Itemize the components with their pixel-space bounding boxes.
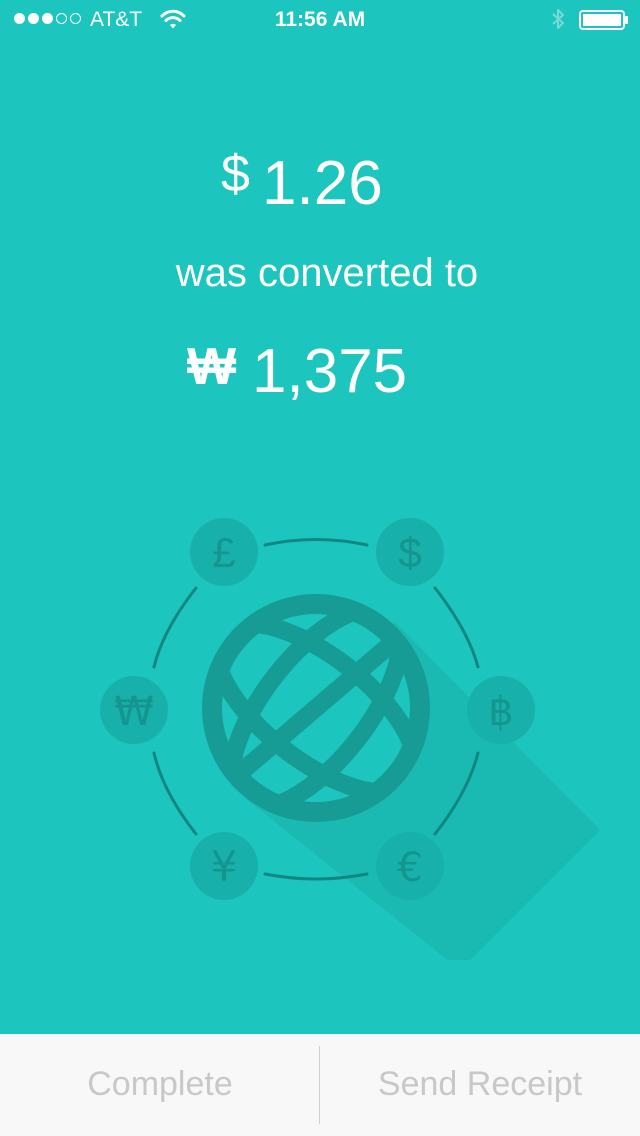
pound-coin-icon: £ bbox=[190, 518, 258, 586]
converted-amount-value: 1,375 bbox=[252, 337, 408, 406]
conversion-connector-text: was converted to bbox=[175, 251, 479, 295]
complete-button[interactable]: Complete bbox=[0, 1034, 320, 1136]
source-amount-value: 1.26 bbox=[262, 149, 383, 218]
won-coin-icon: ₩ bbox=[100, 676, 168, 744]
dollar-coin-icon: $ bbox=[376, 518, 444, 586]
target-currency-symbol: ₩ bbox=[187, 338, 237, 396]
battery-icon bbox=[579, 10, 628, 30]
dollar-symbol: $ bbox=[398, 529, 421, 576]
send-receipt-button[interactable]: Send Receipt bbox=[320, 1034, 640, 1136]
bluetooth-icon bbox=[552, 9, 564, 29]
status-bar: AT&T 11:56 AM bbox=[0, 0, 640, 40]
euro-coin-icon: € bbox=[376, 832, 444, 900]
currency-globe-illustration: £ $ ฿ € ¥ ₩ bbox=[100, 518, 600, 960]
baht-symbol: ฿ bbox=[488, 689, 513, 735]
euro-symbol: € bbox=[397, 845, 422, 891]
pound-symbol: £ bbox=[212, 529, 235, 576]
source-currency-symbol: $ bbox=[221, 145, 250, 203]
bottom-action-bar: Complete Send Receipt bbox=[0, 1034, 640, 1136]
yen-coin-icon: ¥ bbox=[190, 832, 258, 900]
yen-symbol: ¥ bbox=[211, 842, 238, 891]
status-time: 11:56 AM bbox=[274, 8, 366, 31]
won-symbol: ₩ bbox=[114, 689, 154, 735]
baht-coin-icon: ฿ bbox=[467, 676, 535, 744]
